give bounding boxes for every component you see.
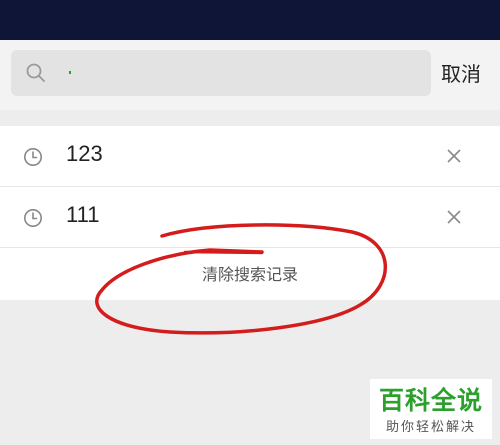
search-icon [26, 63, 45, 82]
close-icon[interactable] [446, 209, 462, 225]
history-item[interactable]: 123 [0, 126, 500, 187]
watermark-title: 百科全说 [378, 386, 483, 415]
history-item[interactable]: 111 [0, 187, 500, 248]
search-box[interactable] [11, 50, 431, 96]
clock-icon [24, 148, 42, 166]
watermark-subtitle: 助你轻松解决 [385, 420, 476, 435]
history-item-label: 123 [66, 141, 103, 166]
clear-history-button[interactable]: 清除搜索记录 [0, 248, 500, 300]
status-bar [0, 0, 500, 40]
clock-icon [24, 209, 42, 227]
search-history-list: 123 111 清除搜索记录 [0, 126, 500, 300]
close-icon[interactable] [446, 148, 462, 164]
search-header: 取消 [0, 40, 500, 110]
cancel-button[interactable]: 取消 [441, 58, 493, 90]
history-item-label: 111 [66, 202, 100, 227]
watermark-logo: 百科全说 助你轻松解决 [370, 379, 492, 439]
section-gap [0, 110, 500, 126]
text-cursor [69, 71, 71, 74]
search-input[interactable] [57, 50, 423, 96]
